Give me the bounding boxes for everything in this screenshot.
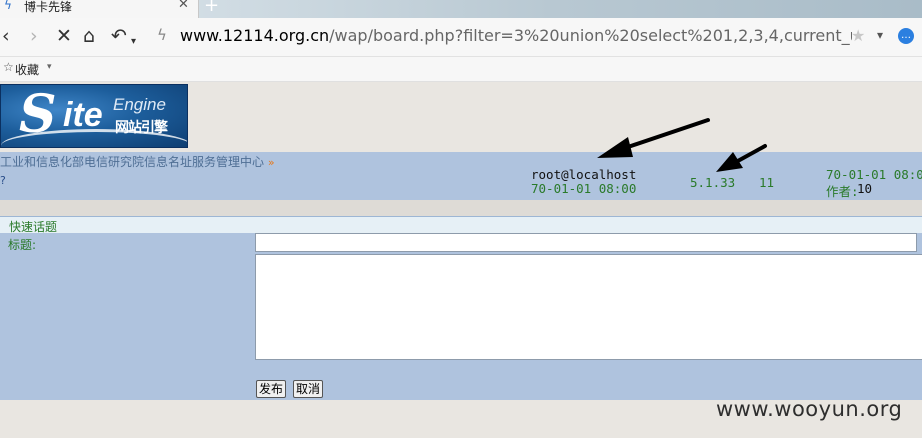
logo-engine-text: Engine (113, 95, 166, 114)
stop-icon[interactable]: ✕ (56, 25, 72, 47)
author-value: 10 (857, 181, 873, 196)
url-domain: www.12114.org.cn (180, 26, 330, 45)
title-input[interactable] (255, 233, 917, 252)
address-bar[interactable]: www.12114.org.cn/wap/board.php?filter=3%… (180, 26, 852, 48)
cancel-button[interactable]: 取消 (293, 380, 324, 398)
favorites-bar: ☆ 收藏 ▾ (0, 57, 922, 82)
message-icon[interactable]: … (898, 28, 914, 44)
submit-button[interactable]: 发布 (256, 380, 287, 398)
undo-close-icon[interactable]: ↶ (111, 25, 127, 47)
row-marker: ? (0, 174, 6, 187)
breadcrumb-arrow-icon: » (267, 156, 275, 169)
home-icon[interactable]: ⌂ (83, 25, 95, 47)
board-header-row: 工业和信息化部电信研究院信息名址服务管理中心 » ? root@localhos… (0, 152, 922, 200)
body-textarea[interactable] (255, 254, 922, 360)
address-dropdown-icon[interactable]: ▾ (877, 28, 883, 42)
separator-band (0, 200, 922, 216)
author-label: 作者: (826, 184, 859, 199)
last-post-date: 70-01-01 08:00 (826, 167, 922, 182)
favorites-label[interactable]: 收藏 (15, 61, 39, 78)
bolt-icon: ϟ (157, 26, 167, 44)
watermark-text: www.wooyun.org (716, 397, 903, 421)
title-label: 标题: (8, 238, 37, 252)
page-favicon-icon: ϟ (4, 0, 12, 12)
undo-dropdown-icon[interactable]: ▾ (131, 31, 136, 53)
breadcrumb-link[interactable]: 工业和信息化部电信研究院信息名址服务管理中心 (0, 155, 264, 169)
bookmark-star-icon[interactable]: ★ (851, 26, 865, 45)
browser-tab[interactable]: ϟ 博卡先锋 ✕ (0, 0, 199, 18)
back-icon[interactable]: ‹ (2, 25, 10, 47)
current-user-value: root@localhost (531, 167, 637, 182)
tab-strip: ϟ 博卡先锋 ✕ + (0, 0, 922, 18)
new-tab-icon[interactable]: + (204, 0, 219, 16)
count-value: 11 (759, 175, 775, 190)
site-logo[interactable]: S ite Engine 网站引擎 (0, 84, 188, 148)
quick-post-heading-bar: 快速话题 (0, 216, 922, 234)
logo-cn-text: 网站引擎 (115, 120, 168, 136)
breadcrumb: 工业和信息化部电信研究院信息名址服务管理中心 » (0, 153, 275, 170)
logo-letter-s: S (19, 84, 57, 145)
navigation-bar: ‹ › ✕ ⌂ ↶ ▾ ϟ www.12114.org.cn/wap/board… (0, 18, 922, 57)
forward-icon[interactable]: › (30, 25, 38, 47)
quick-post-form: 标题: 发布 取消 (0, 233, 922, 400)
favorites-caret-icon[interactable]: ▾ (47, 62, 52, 72)
post-date: 70-01-01 08:00 (531, 181, 637, 196)
url-path: /wap/board.php?filter=3%20union%20select… (329, 26, 852, 45)
version-value: 5.1.33 (690, 175, 736, 190)
tab-title: 博卡先锋 (24, 0, 73, 14)
favorites-star-icon: ☆ (3, 60, 14, 74)
close-tab-icon[interactable]: ✕ (178, 0, 189, 12)
logo-text: ite (63, 96, 103, 134)
